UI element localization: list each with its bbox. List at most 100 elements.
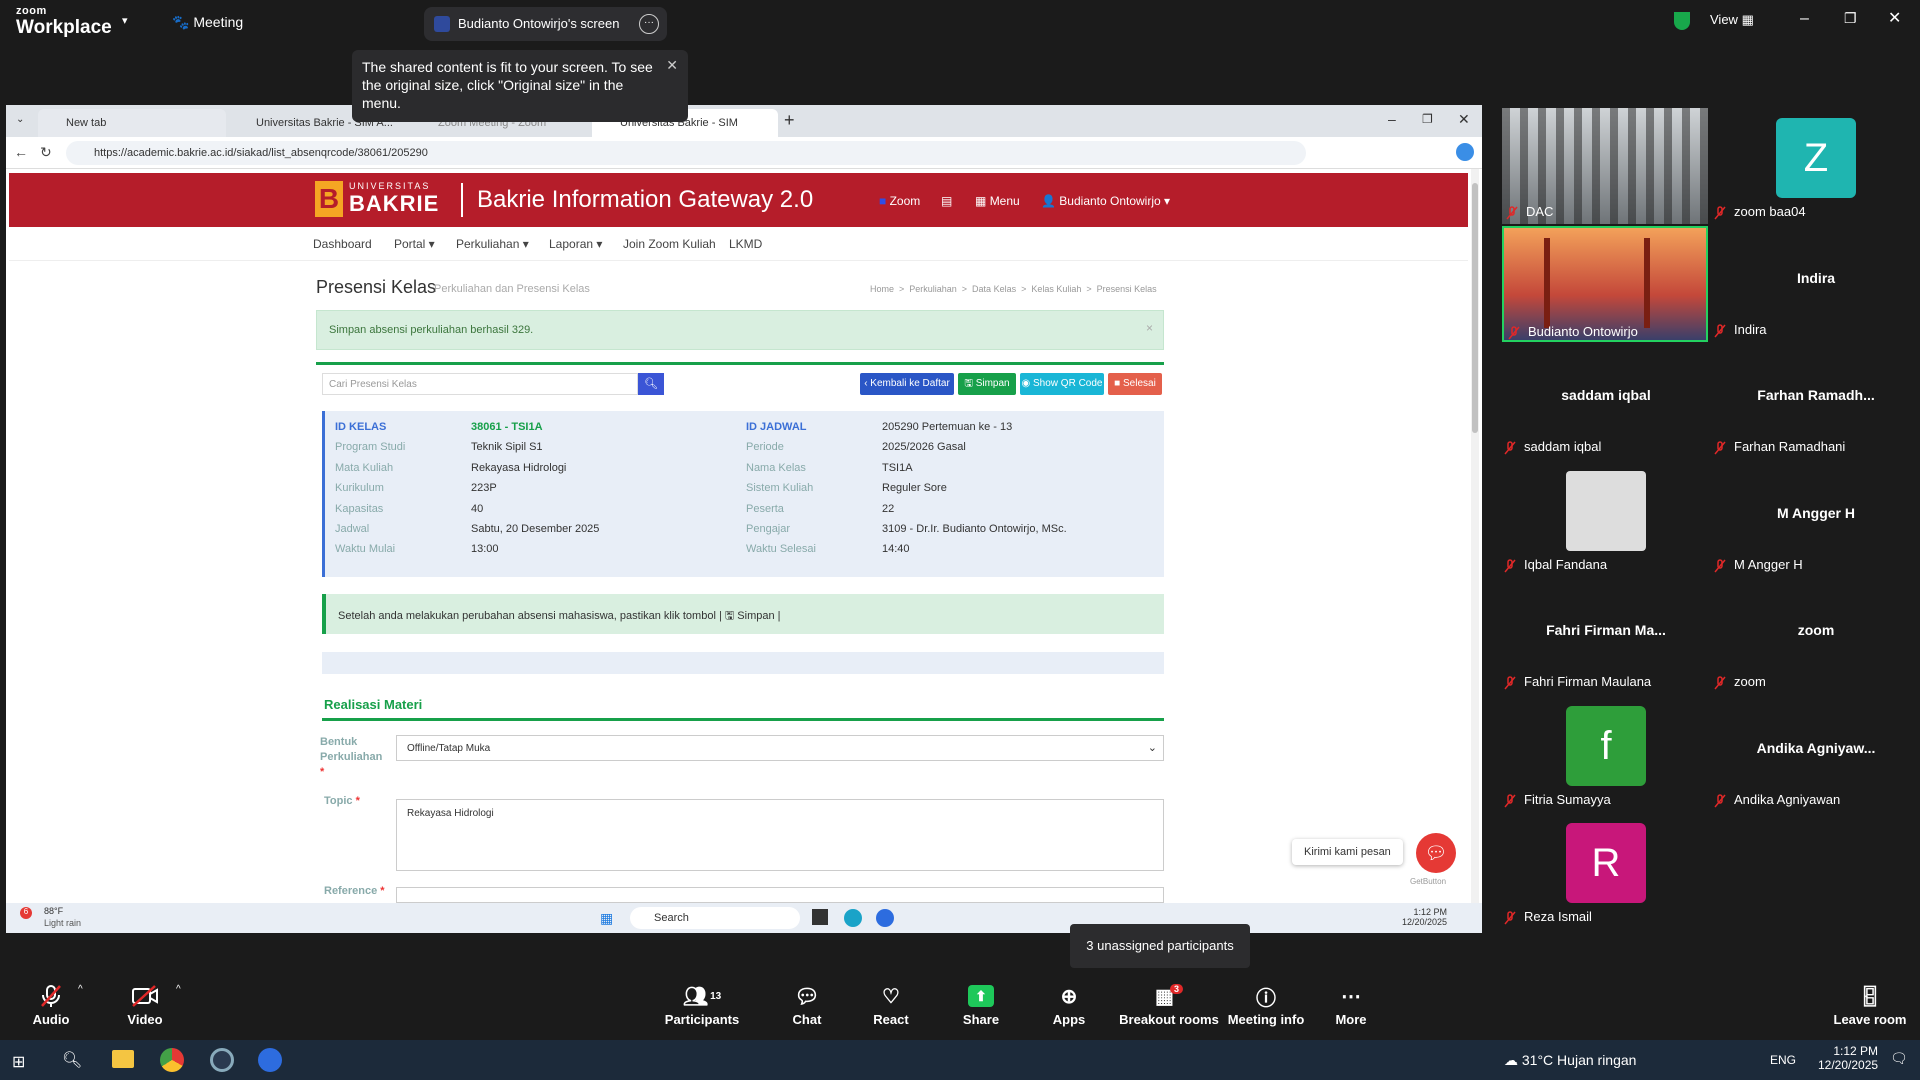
participant-tile[interactable]: Zzoom baa04: [1710, 108, 1920, 224]
participant-tile[interactable]: Iqbal Fandana: [1500, 460, 1712, 577]
zoom-taskbar-icon[interactable]: [258, 1048, 282, 1072]
close-icon[interactable]: ×: [1146, 321, 1153, 335]
participant-tile[interactable]: Budianto Ontowirjo: [1502, 225, 1708, 342]
browser-close[interactable]: ✕: [1458, 111, 1470, 128]
leave-room-button[interactable]: 🚪︎ Leave room: [1820, 980, 1920, 1040]
video-caret-icon[interactable]: ^: [176, 984, 181, 995]
bridge-video: [1544, 237, 1550, 328]
mic-off-icon: [1504, 441, 1516, 455]
nav-portal[interactable]: Portal ▾: [394, 237, 435, 251]
new-tab-button[interactable]: +: [784, 110, 795, 131]
mic-off-icon: [1504, 558, 1516, 572]
participant-tile[interactable]: Andika Agniyaw... Andika Agniyawan: [1710, 695, 1920, 812]
avatar: R: [1566, 823, 1646, 903]
participant-tile[interactable]: f Fitria Sumayya: [1500, 695, 1712, 812]
system-clock[interactable]: 1:12 PM 12/20/2025: [1818, 1044, 1878, 1072]
info-value: 223P: [471, 482, 497, 495]
info-strip: [322, 652, 1164, 674]
info-label: Waktu Mulai: [335, 543, 396, 556]
page-scrollbar[interactable]: [1471, 169, 1479, 903]
search-icon[interactable]: 🔍︎: [62, 1050, 82, 1070]
notification-icon[interactable]: 🗨︎: [1890, 1050, 1908, 1067]
nav-dashboard[interactable]: Dashboard: [313, 237, 372, 251]
apps-button[interactable]: ⊕ Apps: [1024, 980, 1114, 1040]
inner-search[interactable]: Search: [630, 907, 800, 929]
audio-caret-icon[interactable]: ^: [78, 984, 83, 995]
react-button[interactable]: ♡ React: [846, 980, 936, 1040]
browser-minimize[interactable]: –: [1388, 111, 1396, 127]
avatar: [1566, 470, 1646, 551]
zoom-app-icon[interactable]: [876, 909, 894, 927]
done-button[interactable]: ■ Selesai: [1108, 373, 1162, 395]
scrollbar-thumb[interactable]: [1472, 183, 1478, 433]
info-label: Jadwal: [335, 523, 370, 535]
chat-button[interactable]: 💬︎ Chat: [762, 980, 852, 1040]
participant-tile[interactable]: zoom zoom: [1710, 578, 1920, 694]
weather-widget[interactable]: ☁ 31°C Hujan ringan: [1504, 1052, 1636, 1069]
restore-button[interactable]: ❐: [1844, 10, 1857, 27]
participant-tile[interactable]: M Angger H M Angger H: [1710, 460, 1920, 577]
share-tab[interactable]: Budianto Ontowirjo's screen ···: [424, 7, 667, 41]
nav-join-zoom[interactable]: Join Zoom Kuliah: [623, 237, 716, 251]
search-input[interactable]: Cari Presensi Kelas: [322, 373, 638, 395]
bridge-tower: [1644, 237, 1650, 328]
chrome-icon[interactable]: [160, 1048, 184, 1072]
chat-bubble-label[interactable]: Kirimi kami pesan: [1292, 839, 1403, 865]
participant-tile[interactable]: DAC: [1502, 108, 1708, 224]
breakout-button[interactable]: ▦ 3 Breakout rooms: [1114, 980, 1224, 1040]
taskview-icon[interactable]: [812, 909, 828, 925]
windows-start-icon[interactable]: ▦: [600, 910, 613, 927]
bakrie-logo: UNIVERSITAS BAKRIE: [349, 181, 440, 216]
minimize-button[interactable]: –: [1800, 10, 1809, 28]
info-value: 38061 - TSI1A: [471, 421, 543, 433]
user-menu[interactable]: 👤 Budianto Ontowirjo ▾: [1041, 194, 1170, 208]
participants-button[interactable]: 👥︎ 13 Participants: [652, 980, 752, 1040]
participant-tile[interactable]: Farhan Ramadh... Farhan Ramadhani: [1710, 343, 1920, 459]
participant-tile[interactable]: Indira Indira: [1710, 225, 1920, 342]
address-bar[interactable]: https://academic.bakrie.ac.id/siakad/lis…: [66, 141, 1306, 165]
more-options-icon[interactable]: ···: [639, 14, 659, 34]
file-explorer-icon[interactable]: [112, 1050, 134, 1068]
view-button[interactable]: View ▦: [1710, 12, 1754, 28]
nav-laporan[interactable]: Laporan ▾: [549, 237, 602, 251]
menu-link[interactable]: ▦ Menu: [975, 194, 1020, 208]
meeting-info-button[interactable]: ⓘ Meeting info: [1216, 980, 1316, 1040]
participant-label: Fitria Sumayya: [1504, 792, 1611, 807]
participant-tile[interactable]: Fahri Firman Ma... Fahri Firman Maulana: [1500, 578, 1712, 694]
reference-input[interactable]: [396, 887, 1164, 903]
tab-new[interactable]: New tab: [38, 109, 226, 137]
participant-display-name: Fahri Firman Ma...: [1546, 622, 1666, 638]
zoom-link[interactable]: ■ Zoom: [879, 194, 920, 208]
search-button[interactable]: 🔍︎: [638, 373, 664, 395]
nav-perkuliahan[interactable]: Perkuliahan ▾: [456, 237, 529, 251]
back-icon[interactable]: ←: [14, 144, 28, 160]
chat-icon[interactable]: 💬︎: [1416, 833, 1456, 873]
participant-tile[interactable]: saddam iqbal saddam iqbal: [1500, 343, 1712, 459]
bentuk-select[interactable]: Offline/Tatap Muka ⌄: [396, 735, 1164, 761]
close-button[interactable]: ✕: [1888, 8, 1901, 28]
reload-icon[interactable]: ↻: [40, 144, 52, 161]
language-indicator[interactable]: ENG: [1770, 1053, 1796, 1067]
save-button[interactable]: 🖫 Simpan: [958, 373, 1016, 395]
close-icon[interactable]: ✕: [666, 56, 678, 74]
nav-lkmd[interactable]: LKMD: [729, 237, 762, 251]
show-qr-button[interactable]: ◉ Show QR Code: [1020, 373, 1104, 395]
topic-textarea[interactable]: Rekayasa Hidrologi: [396, 799, 1164, 871]
participant-display-name: Andika Agniyaw...: [1756, 739, 1876, 756]
tab-list-icon[interactable]: ⌄: [16, 114, 24, 125]
box-top-border: [316, 362, 1164, 365]
avatar: Z: [1776, 118, 1856, 198]
chevron-down-icon[interactable]: ▾: [122, 14, 128, 27]
copilot-icon[interactable]: [1456, 143, 1474, 161]
user-icon: 👤: [1041, 194, 1056, 208]
windows-start-icon[interactable]: ⊞: [12, 1052, 25, 1072]
obs-icon[interactable]: [210, 1048, 234, 1072]
share-button[interactable]: ⬆ Share: [936, 980, 1026, 1040]
meeting-menu[interactable]: 🐾 Meeting: [172, 14, 243, 31]
participant-tile[interactable]: R Reza Ismail: [1500, 813, 1712, 929]
doc-icon[interactable]: ▤: [941, 194, 952, 208]
browser-restore[interactable]: ❐: [1422, 112, 1433, 126]
edge-icon[interactable]: [844, 909, 862, 927]
back-to-list-button[interactable]: ‹ Kembali ke Daftar: [860, 373, 954, 395]
more-button[interactable]: ⋯ More: [1306, 980, 1396, 1040]
